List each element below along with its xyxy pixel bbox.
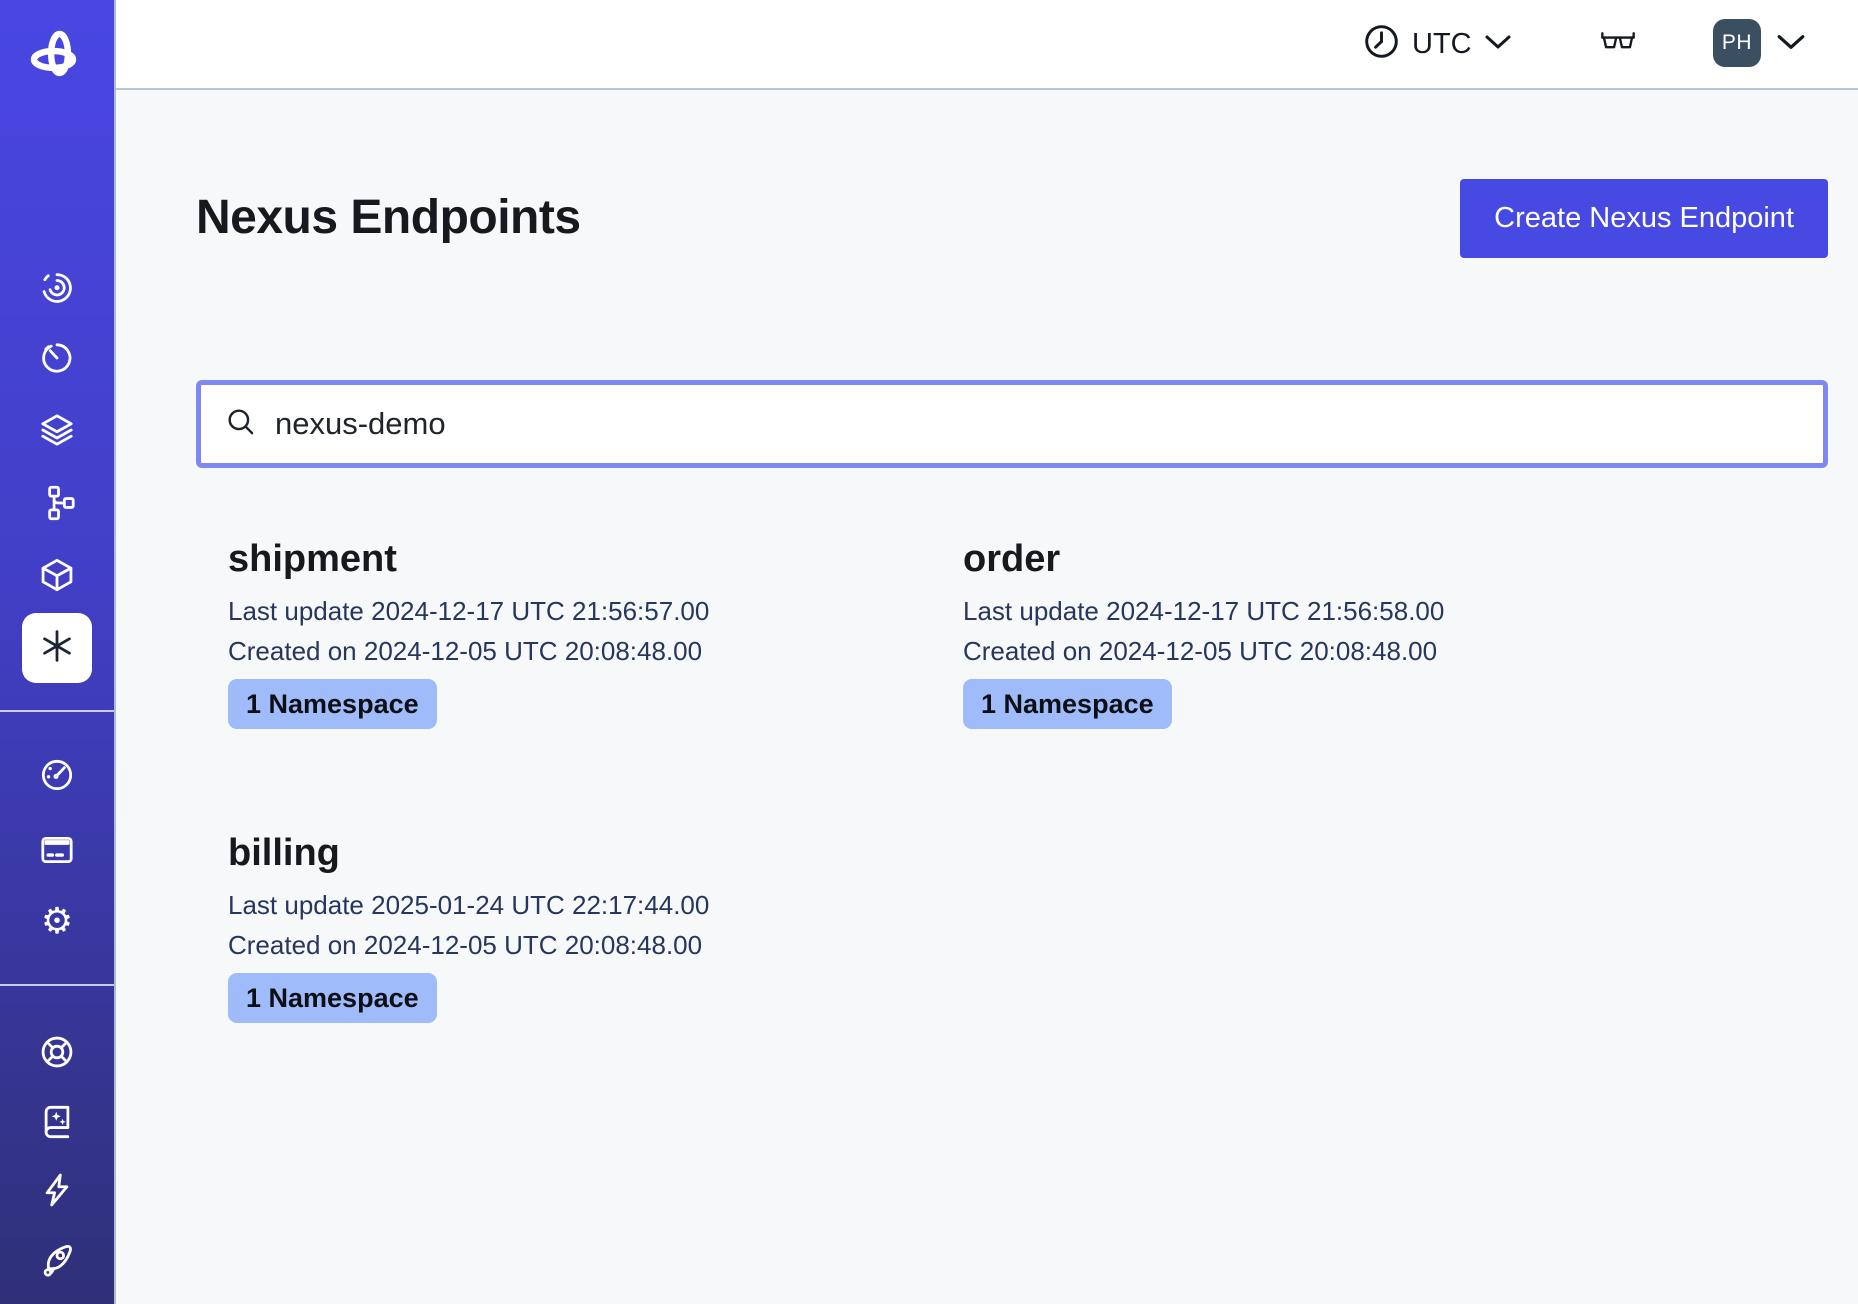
sidebar-item-billing[interactable] bbox=[29, 822, 85, 878]
sidebar-divider bbox=[0, 710, 114, 712]
create-nexus-endpoint-button[interactable]: Create Nexus Endpoint bbox=[1460, 179, 1828, 258]
sidebar-item-nexus-active[interactable] bbox=[22, 613, 92, 683]
endpoint-card[interactable]: billing Last update 2025-01-24 UTC 22:17… bbox=[228, 829, 709, 1023]
cube-icon bbox=[38, 556, 76, 594]
sidebar-item-getting-started[interactable] bbox=[29, 1232, 85, 1288]
endpoint-last-update: Last update 2025-01-24 UTC 22:17:44.00 bbox=[228, 885, 709, 925]
sidebar-item-deployments[interactable] bbox=[29, 402, 85, 458]
namespace-count-badge: 1 Namespace bbox=[963, 679, 1172, 729]
timer-icon bbox=[38, 339, 76, 377]
page-title: Nexus Endpoints bbox=[196, 188, 581, 248]
chevron-down-icon bbox=[1776, 33, 1806, 56]
account-menu-button[interactable] bbox=[1776, 0, 1806, 88]
page-header: Nexus Endpoints Create Nexus Endpoint bbox=[196, 156, 1828, 280]
endpoint-list: shipment Last update 2024-12-17 UTC 21:5… bbox=[196, 468, 1828, 1168]
endpoint-last-update: Last update 2024-12-17 UTC 21:56:58.00 bbox=[963, 591, 1444, 631]
namespace-count-badge: 1 Namespace bbox=[228, 679, 437, 729]
user-avatar[interactable]: PH bbox=[1713, 19, 1761, 67]
nexus-asterisk-icon bbox=[40, 629, 74, 668]
clock-icon bbox=[1363, 23, 1400, 65]
sidebar-item-docs[interactable] bbox=[29, 1094, 85, 1150]
sidebar-divider bbox=[0, 984, 114, 986]
glasses-icon bbox=[1599, 26, 1637, 63]
sidebar-item-usage[interactable] bbox=[29, 747, 85, 803]
docs-book-icon bbox=[38, 1103, 76, 1141]
endpoint-created-on: Created on 2024-12-05 UTC 20:08:48.00 bbox=[228, 631, 709, 671]
gauge-icon bbox=[38, 756, 76, 794]
search-input[interactable] bbox=[273, 405, 1799, 443]
sidebar-item-workflows[interactable] bbox=[29, 259, 85, 315]
top-bar: UTC PH bbox=[116, 0, 1858, 90]
life-ring-icon bbox=[38, 1033, 76, 1071]
endpoint-name[interactable]: billing bbox=[228, 829, 709, 877]
timezone-selector[interactable]: UTC bbox=[1363, 0, 1512, 88]
chevron-down-icon bbox=[1484, 34, 1512, 55]
sidebar-item-namespaces[interactable] bbox=[29, 547, 85, 603]
sidebar-item-support[interactable] bbox=[29, 1024, 85, 1080]
sidebar-item-settings[interactable]: ⚙ bbox=[29, 894, 85, 950]
gear-icon: ⚙ bbox=[41, 904, 73, 940]
data-encoder-button[interactable] bbox=[1599, 0, 1637, 88]
main-content: Nexus Endpoints Create Nexus Endpoint sh… bbox=[116, 90, 1858, 1304]
endpoint-name[interactable]: order bbox=[963, 535, 1444, 583]
workflows-spiral-icon bbox=[38, 268, 76, 306]
app-window: ⚙ bbox=[0, 0, 1858, 1304]
endpoint-name[interactable]: shipment bbox=[228, 535, 709, 583]
timezone-label: UTC bbox=[1412, 28, 1472, 61]
temporal-logo-icon[interactable] bbox=[28, 28, 86, 86]
graph-branch-icon bbox=[38, 484, 76, 522]
namespace-count-badge: 1 Namespace bbox=[228, 973, 437, 1023]
sidebar-item-schedules[interactable] bbox=[29, 330, 85, 386]
avatar-initials: PH bbox=[1722, 31, 1752, 55]
sidebar-item-feedback[interactable] bbox=[29, 1162, 85, 1218]
sidebar-item-task-queues[interactable] bbox=[29, 475, 85, 531]
lightning-icon bbox=[38, 1171, 76, 1209]
layers-icon bbox=[38, 411, 76, 449]
search-icon bbox=[225, 406, 257, 443]
endpoint-created-on: Created on 2024-12-05 UTC 20:08:48.00 bbox=[228, 925, 709, 965]
rocket-icon bbox=[38, 1241, 76, 1279]
endpoint-created-on: Created on 2024-12-05 UTC 20:08:48.00 bbox=[963, 631, 1444, 671]
sidebar: ⚙ bbox=[0, 0, 116, 1304]
endpoint-search-box bbox=[196, 380, 1828, 468]
endpoint-card[interactable]: shipment Last update 2024-12-17 UTC 21:5… bbox=[228, 535, 709, 729]
endpoint-last-update: Last update 2024-12-17 UTC 21:56:57.00 bbox=[228, 591, 709, 631]
billing-card-icon bbox=[38, 831, 76, 869]
endpoint-card[interactable]: order Last update 2024-12-17 UTC 21:56:5… bbox=[963, 535, 1444, 729]
